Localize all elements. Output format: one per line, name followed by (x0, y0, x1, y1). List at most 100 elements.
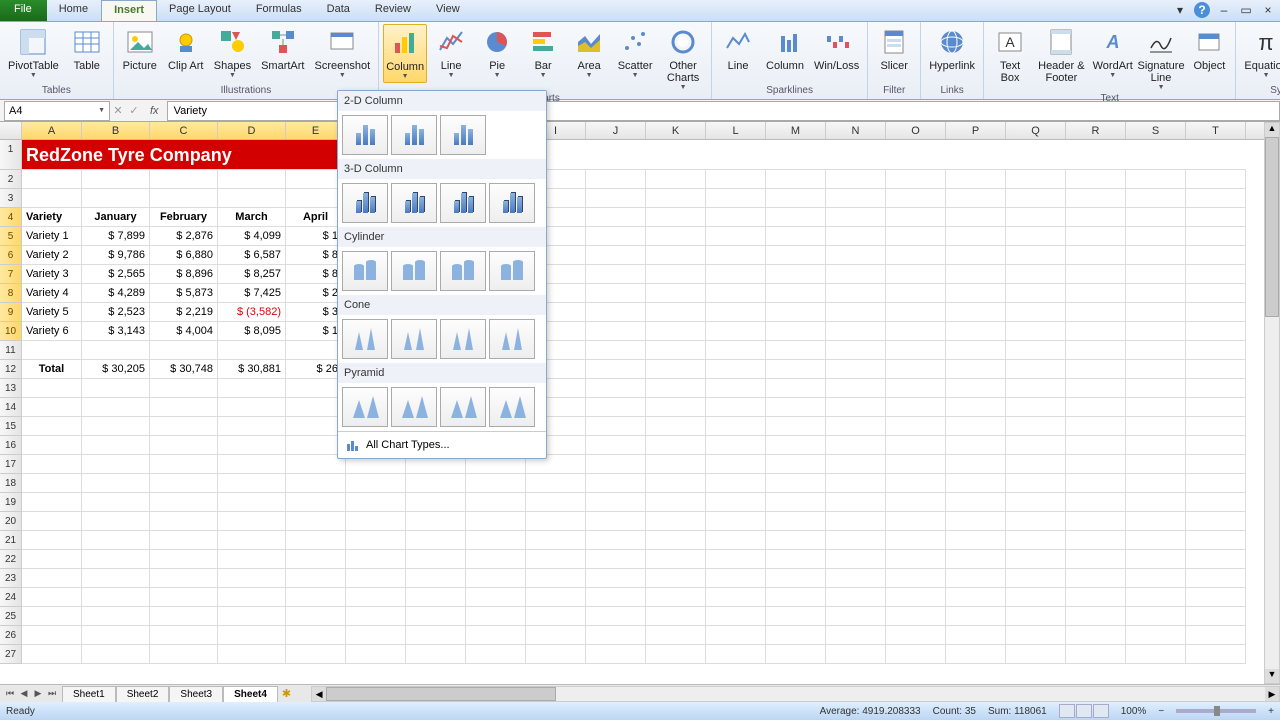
cell[interactable] (1126, 417, 1186, 436)
pivot-button[interactable]: PivotTable▼ (4, 24, 63, 81)
cell[interactable] (466, 474, 526, 493)
cell[interactable] (586, 645, 646, 664)
cell[interactable] (646, 170, 706, 189)
cell[interactable] (766, 398, 826, 417)
all-chart-types-button[interactable]: All Chart Types... (338, 431, 546, 458)
cell[interactable]: Variety 1 (22, 227, 82, 246)
sheet-last-icon[interactable]: ⏭ (46, 688, 58, 699)
cell[interactable] (826, 512, 886, 531)
cell[interactable] (1006, 493, 1066, 512)
cell[interactable] (1186, 645, 1246, 664)
cell[interactable] (886, 170, 946, 189)
cell[interactable] (526, 474, 586, 493)
cell[interactable] (1126, 227, 1186, 246)
row-header[interactable]: 1 (0, 140, 22, 170)
chart-option[interactable] (489, 387, 535, 427)
cell[interactable] (646, 569, 706, 588)
cell[interactable] (1126, 436, 1186, 455)
tab-view[interactable]: View (424, 0, 473, 21)
cell[interactable] (826, 303, 886, 322)
cell[interactable] (766, 208, 826, 227)
cell[interactable] (826, 341, 886, 360)
scroll-right-icon[interactable]: ▶ (1265, 687, 1279, 701)
window-restore-icon[interactable]: ▭ (1238, 2, 1254, 18)
cell[interactable] (766, 303, 826, 322)
cell[interactable]: Variety 4 (22, 284, 82, 303)
cell[interactable] (1126, 626, 1186, 645)
cell[interactable] (646, 493, 706, 512)
cell[interactable] (886, 626, 946, 645)
cell[interactable] (586, 474, 646, 493)
scroll-left-icon[interactable]: ◀ (312, 687, 326, 701)
cell[interactable] (150, 436, 218, 455)
row-header[interactable]: 19 (0, 493, 22, 512)
cell[interactable] (526, 626, 586, 645)
cell[interactable] (218, 550, 286, 569)
cell[interactable] (22, 607, 82, 626)
enter-formula-icon[interactable]: ✓ (126, 104, 142, 117)
cell[interactable] (346, 607, 406, 626)
cell[interactable] (346, 569, 406, 588)
cell[interactable] (1006, 379, 1066, 398)
sheet-first-icon[interactable]: ⏮ (4, 688, 16, 699)
cell[interactable] (1186, 531, 1246, 550)
col-header-B[interactable]: B (82, 122, 150, 139)
cell[interactable] (766, 493, 826, 512)
cell[interactable] (586, 208, 646, 227)
cell[interactable] (646, 303, 706, 322)
cell[interactable] (1186, 227, 1246, 246)
cell[interactable] (1006, 455, 1066, 474)
bar-button[interactable]: Bar▼ (521, 24, 565, 81)
row-header[interactable]: 4 (0, 208, 22, 227)
cell[interactable] (826, 436, 886, 455)
cell[interactable] (886, 284, 946, 303)
cell[interactable] (1006, 474, 1066, 493)
cell[interactable] (946, 227, 1006, 246)
scroll-down-icon[interactable]: ▼ (1265, 669, 1279, 683)
cell[interactable] (826, 227, 886, 246)
cell[interactable] (706, 607, 766, 626)
cell[interactable] (1126, 360, 1186, 379)
cell[interactable] (826, 208, 886, 227)
cell[interactable] (766, 360, 826, 379)
cell[interactable]: February (150, 208, 218, 227)
cell[interactable] (1126, 208, 1186, 227)
cell[interactable] (1066, 512, 1126, 531)
cell[interactable] (1066, 607, 1126, 626)
cell[interactable] (1006, 140, 1066, 170)
cell[interactable] (82, 626, 150, 645)
cell[interactable] (886, 265, 946, 284)
cell[interactable] (706, 436, 766, 455)
cell[interactable] (218, 417, 286, 436)
cell[interactable] (1186, 360, 1246, 379)
pie-button[interactable]: Pie▼ (475, 24, 519, 81)
cell[interactable] (706, 189, 766, 208)
row-header[interactable]: 26 (0, 626, 22, 645)
cell[interactable] (766, 284, 826, 303)
cell[interactable] (466, 531, 526, 550)
cell[interactable] (526, 493, 586, 512)
cell[interactable] (766, 626, 826, 645)
cell[interactable] (22, 626, 82, 645)
cell[interactable] (1006, 284, 1066, 303)
cell[interactable] (406, 493, 466, 512)
cell[interactable] (286, 588, 346, 607)
cell[interactable] (1006, 645, 1066, 664)
cell[interactable] (826, 265, 886, 284)
chart-option[interactable] (342, 387, 388, 427)
cell[interactable] (586, 607, 646, 626)
cell[interactable] (1186, 474, 1246, 493)
cell[interactable] (1066, 208, 1126, 227)
cell[interactable] (1186, 550, 1246, 569)
cell[interactable] (946, 398, 1006, 417)
cell[interactable] (646, 474, 706, 493)
cell[interactable] (946, 493, 1006, 512)
cell[interactable] (1126, 341, 1186, 360)
cell[interactable] (1186, 265, 1246, 284)
cell[interactable]: $ 4,289 (82, 284, 150, 303)
picture-button[interactable]: Picture (118, 24, 162, 74)
cell[interactable] (946, 455, 1006, 474)
cell[interactable] (1006, 417, 1066, 436)
sheet-next-icon[interactable]: ▶ (32, 688, 44, 699)
cell[interactable]: $ 2,219 (150, 303, 218, 322)
